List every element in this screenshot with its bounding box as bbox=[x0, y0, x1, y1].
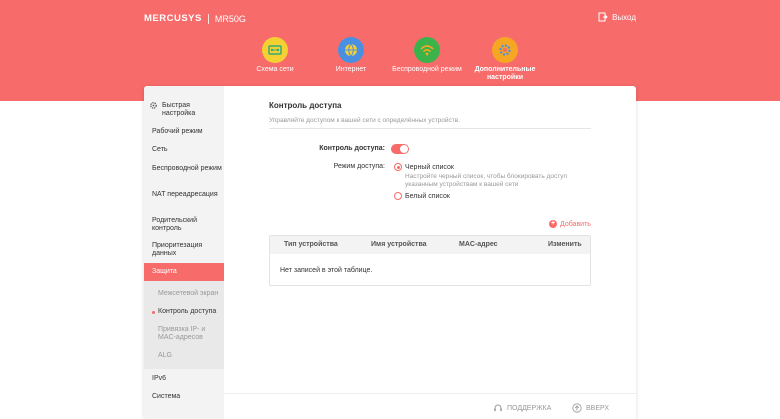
table-empty-message: Нет записей в этой таблице. bbox=[280, 267, 373, 274]
sidebar-item-nat[interactable]: NAT переадресация bbox=[144, 191, 224, 199]
whitelist-radio[interactable] bbox=[394, 192, 402, 200]
main-content: Контроль доступа Управляйте доступом к в… bbox=[269, 86, 591, 419]
sidebar-item-operation-mode[interactable]: Рабочий режим bbox=[144, 128, 224, 136]
sidebar: Быстрая настройка Рабочий режим Сеть Бес… bbox=[144, 86, 224, 419]
support-label: ПОДДЕРЖКА bbox=[507, 404, 552, 412]
nav-label: Схема сети bbox=[256, 66, 294, 73]
sidebar-item-system[interactable]: Система bbox=[144, 393, 224, 401]
globe-icon bbox=[338, 37, 364, 63]
sidebar-item-ipv6[interactable]: IPv6 bbox=[144, 375, 224, 383]
sidebar-item-quick-setup[interactable]: Быстрая настройка bbox=[144, 102, 224, 118]
nav-label: Беспроводной режим bbox=[392, 66, 462, 73]
logout-icon bbox=[598, 12, 608, 22]
nav-wireless[interactable]: Беспроводной режим bbox=[392, 37, 462, 74]
nav-network-map[interactable]: Схема сети bbox=[240, 37, 310, 74]
sidebar-item-wireless[interactable]: Беспроводной режим bbox=[144, 165, 224, 173]
sidebar-subitem-access-control[interactable]: Контроль доступа bbox=[144, 308, 224, 316]
top-label: ВВЕРХ bbox=[586, 404, 610, 412]
access-table: Тип устройства Имя устройства MAC-адрес … bbox=[269, 235, 591, 286]
whitelist-label: Белый список bbox=[405, 193, 450, 200]
footer-bar: ПОДДЕРЖКА ВВЕРХ bbox=[224, 393, 636, 419]
access-control-toggle[interactable] bbox=[391, 144, 409, 154]
content-card: Быстрая настройка Рабочий режим Сеть Бес… bbox=[144, 86, 636, 419]
blacklist-radio[interactable] bbox=[394, 163, 402, 171]
sidebar-subitem-ip-mac-binding[interactable]: Привязка IP- и MAC-адресов bbox=[144, 326, 216, 342]
model-name: MR50G bbox=[214, 13, 246, 24]
sidebar-item-network[interactable]: Сеть bbox=[144, 146, 224, 154]
access-control-label: Контроль доступа: bbox=[319, 145, 385, 152]
blacklist-hint: Настройте черный список, чтобы блокирова… bbox=[405, 173, 568, 188]
brand-logo: MERCUSYS bbox=[144, 13, 202, 24]
sidebar-subitem-firewall[interactable]: Межсетевой экран bbox=[144, 290, 224, 298]
sidebar-item-qos[interactable]: Приоритезация данных bbox=[144, 242, 224, 258]
sidebar-subgroup: Межсетевой экран Контроль доступа Привяз… bbox=[144, 281, 224, 369]
sidebar-subitem-alg[interactable]: ALG bbox=[144, 352, 224, 360]
toggle-knob bbox=[400, 145, 408, 153]
nav-label: Дополнительные настройки bbox=[474, 66, 536, 81]
wifi-icon bbox=[414, 37, 440, 63]
column-device-name: Имя устройства bbox=[371, 241, 427, 248]
nav-label: Интернет bbox=[335, 66, 367, 73]
brand-separator bbox=[207, 13, 209, 24]
gear-icon bbox=[492, 37, 518, 63]
back-to-top-link[interactable]: ВВЕРХ bbox=[572, 403, 609, 413]
sidebar-subitem-label: Контроль доступа bbox=[158, 308, 217, 315]
headset-icon bbox=[494, 404, 502, 411]
access-mode-label: Режим доступа: bbox=[333, 163, 385, 170]
column-mac-address: MAC-адрес bbox=[459, 241, 498, 248]
column-edit: Изменить bbox=[548, 241, 582, 248]
nav-internet[interactable]: Интернет bbox=[316, 37, 386, 74]
column-device-type: Тип устройства bbox=[284, 241, 338, 248]
brand: MERCUSYS MR50G bbox=[144, 13, 246, 24]
sidebar-item-parental-control[interactable]: Родительский контроль bbox=[144, 217, 224, 233]
logout-button[interactable]: Выход bbox=[598, 12, 636, 22]
sidebar-item-security[interactable]: Защита bbox=[144, 263, 224, 281]
nav-advanced[interactable]: Дополнительные настройки bbox=[470, 37, 540, 82]
network-map-icon bbox=[262, 37, 288, 63]
table-header: Тип устройства Имя устройства MAC-адрес … bbox=[270, 236, 590, 254]
add-button[interactable]: + Добавить bbox=[549, 220, 591, 228]
page-description: Управляйте доступом к вашей сети с опред… bbox=[269, 117, 591, 129]
active-dot-icon bbox=[152, 311, 155, 314]
blacklist-label: Черный список bbox=[405, 164, 454, 171]
logout-label: Выход bbox=[612, 12, 636, 22]
add-label: Добавить bbox=[560, 220, 591, 228]
arrow-up-icon bbox=[572, 403, 582, 413]
support-link[interactable]: ПОДДЕРЖКА bbox=[493, 403, 551, 413]
plus-icon: + bbox=[549, 220, 557, 228]
page-title: Контроль доступа bbox=[269, 101, 342, 110]
